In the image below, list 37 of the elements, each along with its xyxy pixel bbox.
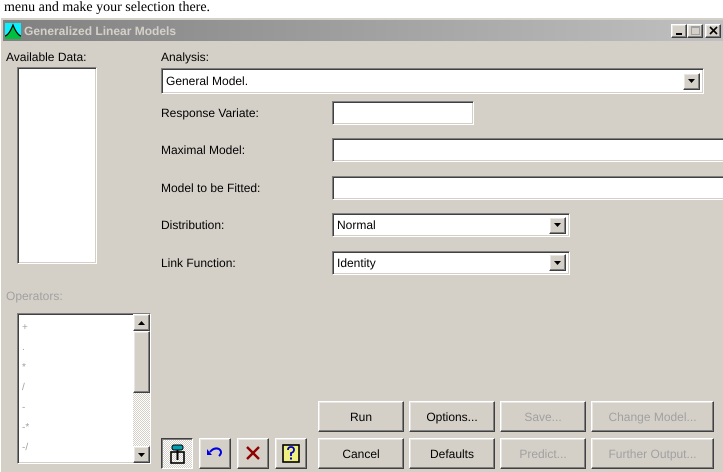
dropdown[interactable]: Identity bbox=[332, 250, 570, 275]
analysis-label: Analysis: bbox=[161, 50, 210, 64]
app-icon bbox=[5, 22, 21, 38]
dropdown[interactable]: Normal bbox=[332, 213, 570, 238]
input-field[interactable] bbox=[332, 100, 474, 125]
field-label: Model to be Fitted: bbox=[161, 180, 262, 195]
close-icon bbox=[708, 26, 718, 35]
dialog-button[interactable]: Cancel bbox=[318, 438, 404, 469]
scroll-thumb[interactable] bbox=[133, 331, 150, 393]
minimize-button[interactable] bbox=[671, 24, 687, 38]
analysis-dropdown[interactable]: General Model. bbox=[161, 68, 704, 94]
minimize-icon bbox=[676, 32, 682, 34]
maximize-button[interactable] bbox=[687, 24, 703, 38]
close-button[interactable] bbox=[705, 24, 721, 38]
help-button[interactable] bbox=[275, 438, 307, 469]
maximize-icon bbox=[690, 26, 700, 35]
available-data-list[interactable] bbox=[17, 67, 97, 264]
field-label: Maximal Model: bbox=[161, 143, 246, 158]
available-data-label: Available Data: bbox=[6, 50, 88, 64]
dialog-button[interactable]: Defaults bbox=[409, 438, 495, 469]
clear-button[interactable] bbox=[237, 438, 269, 469]
input-field[interactable] bbox=[332, 176, 723, 200]
scroll-up-button[interactable] bbox=[133, 314, 150, 331]
window-title: Generalized Linear Models bbox=[24, 24, 178, 38]
field-label: Response Variate: bbox=[161, 106, 260, 120]
field-label: Distribution: bbox=[161, 218, 226, 232]
help-icon bbox=[281, 443, 301, 464]
pin-button[interactable] bbox=[161, 438, 193, 469]
dialog-button[interactable]: Options... bbox=[409, 401, 495, 432]
document-text: menu and make your selection there. bbox=[3, 0, 210, 16]
scrollbar[interactable] bbox=[133, 314, 150, 463]
undo-button[interactable] bbox=[199, 438, 231, 469]
input-field[interactable] bbox=[332, 138, 723, 162]
scroll-down-button[interactable] bbox=[133, 446, 150, 463]
pin-icon bbox=[167, 443, 187, 464]
dialog-button[interactable]: Run bbox=[318, 401, 404, 432]
field-label: Link Function: bbox=[161, 256, 237, 270]
